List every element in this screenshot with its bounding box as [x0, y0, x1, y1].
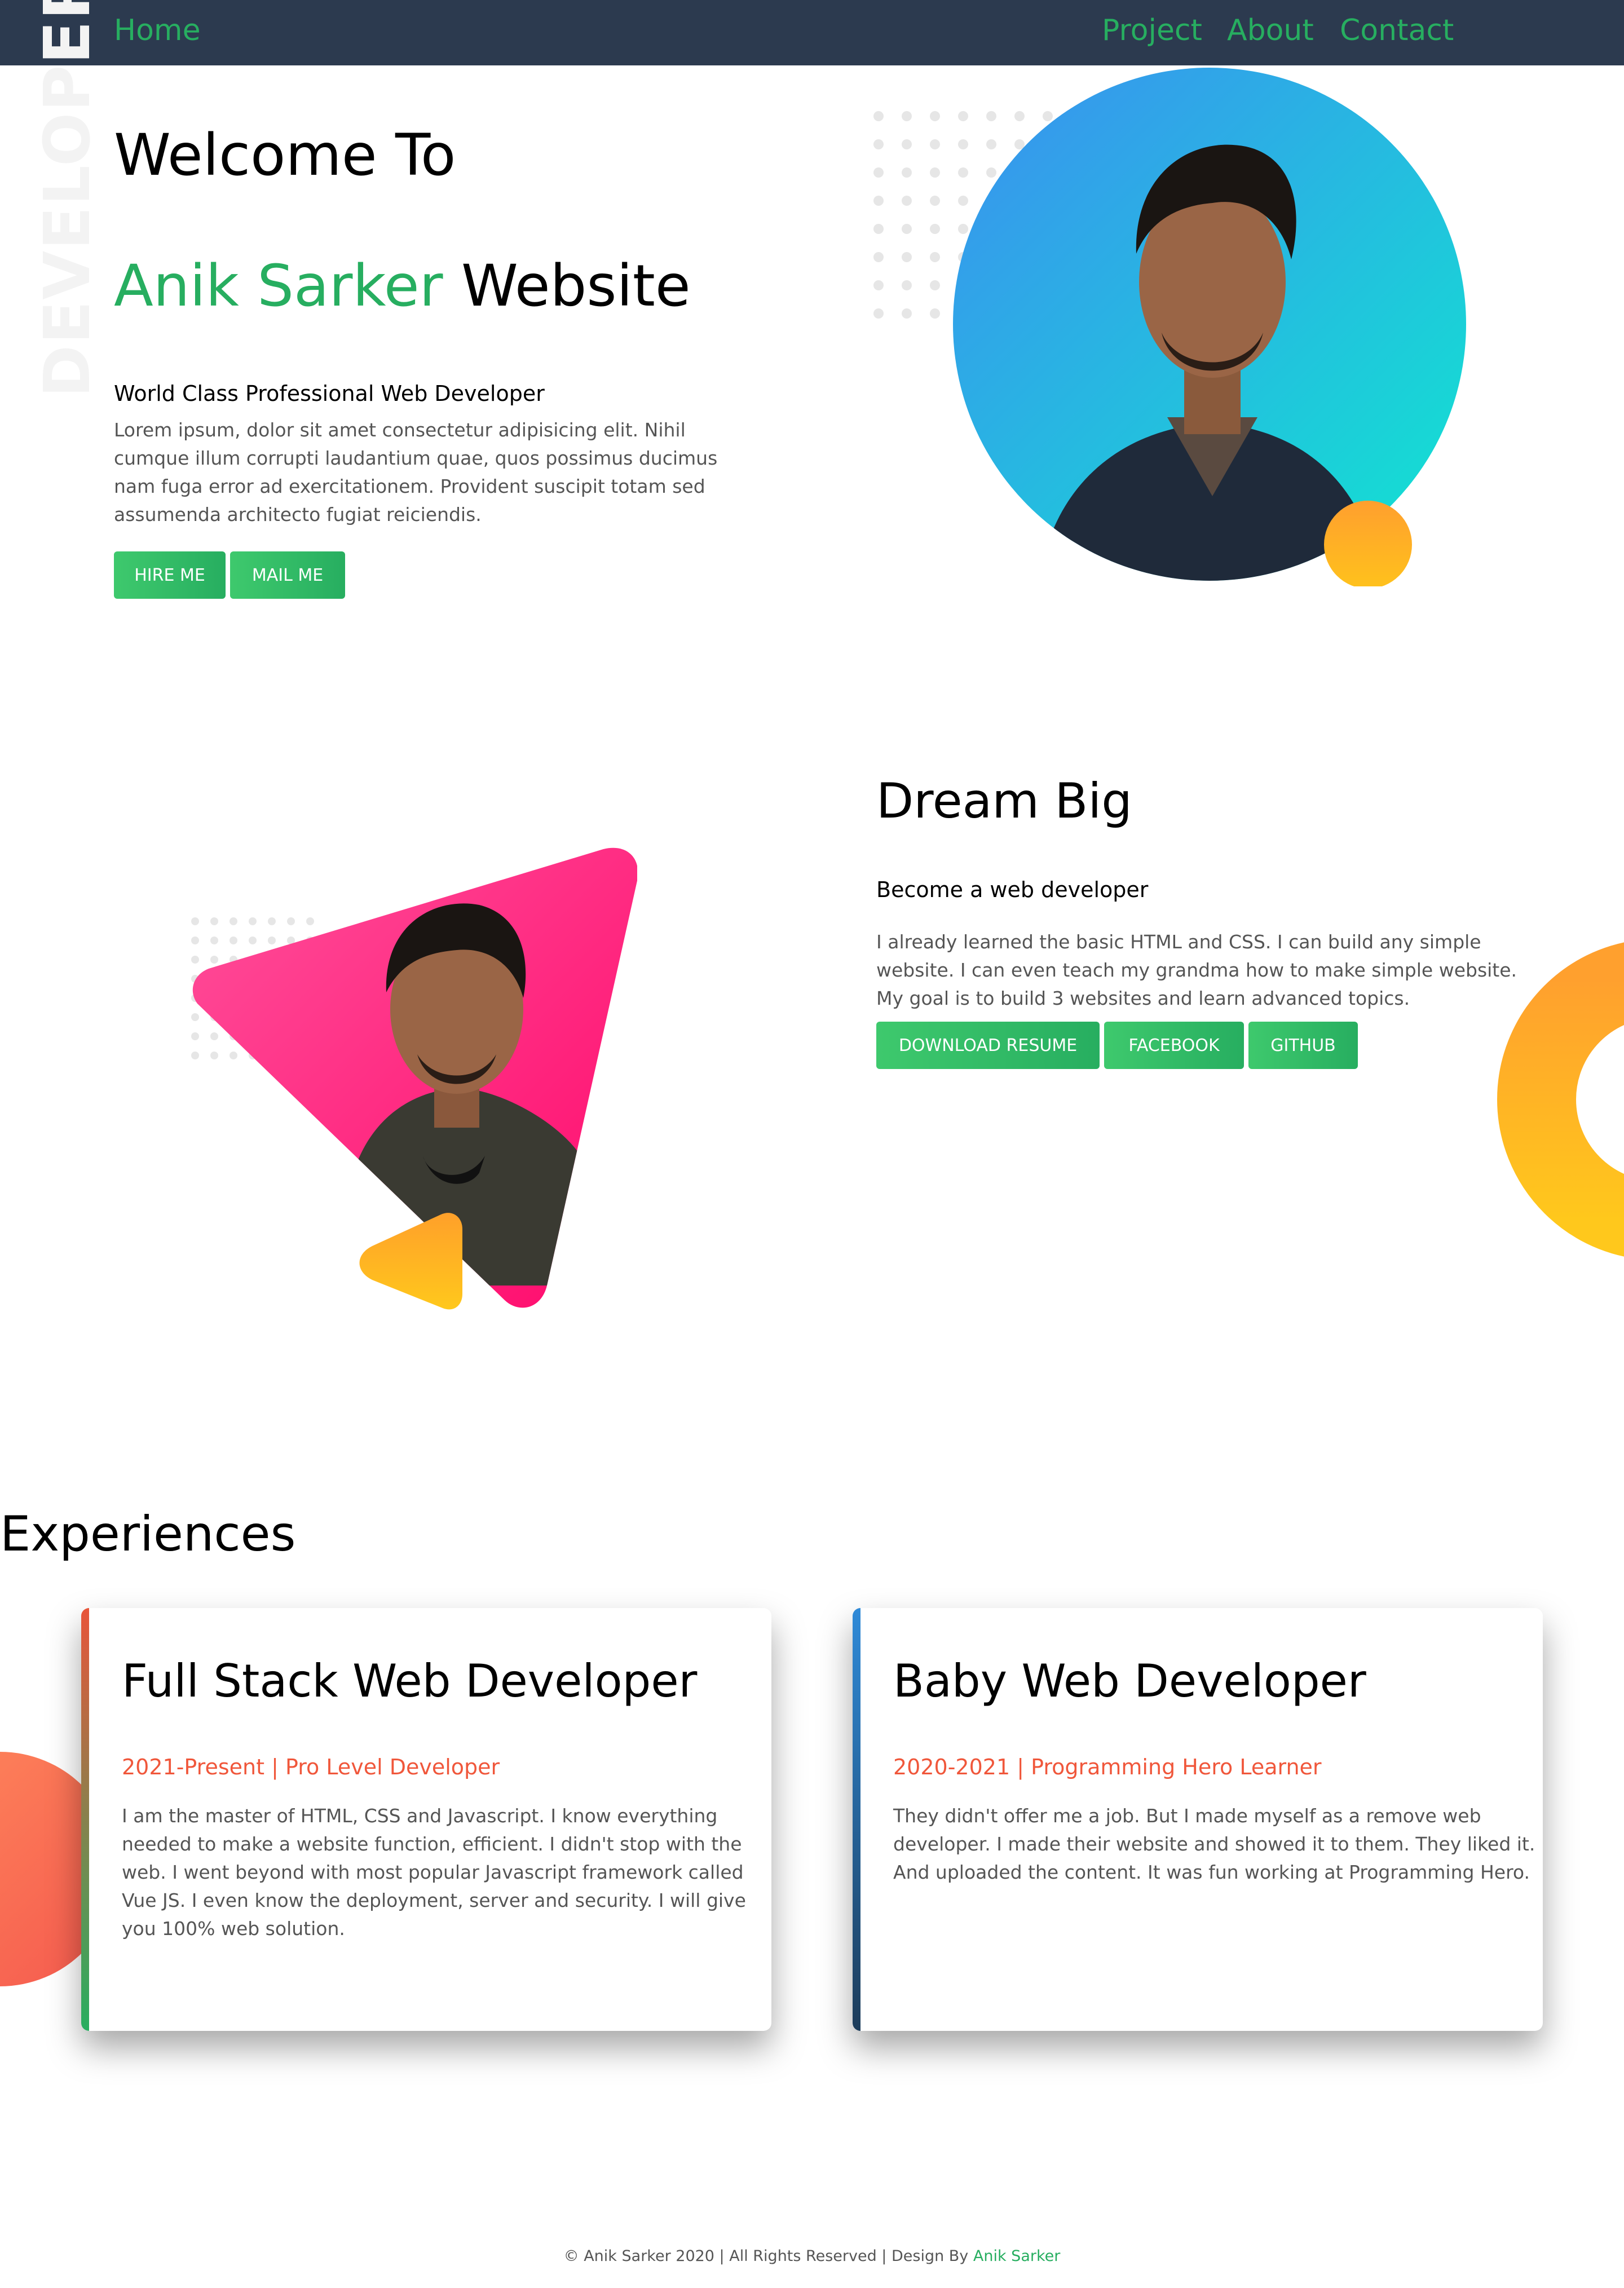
name-highlight: Anik Sarker: [114, 253, 443, 320]
name-heading: Anik Sarker Website: [114, 253, 691, 320]
card-description: They didn't offer me a job. But I made m…: [893, 1805, 1535, 1883]
card-meta: 2020-2021 | Programming Hero Learner: [893, 1755, 1322, 1779]
download-resume-button[interactable]: DOWNLOAD RESUME: [876, 1022, 1100, 1069]
github-button[interactable]: GITHUB: [1248, 1022, 1358, 1069]
card-meta: 2021-Present | Pro Level Developer: [122, 1755, 500, 1779]
website-word: Website: [461, 253, 691, 320]
experience-card-2: Baby Web Developer 2020-2021 | Programmi…: [853, 1608, 1543, 2031]
footer-author-link[interactable]: Anik Sarker: [973, 2247, 1060, 2265]
facebook-button[interactable]: FACEBOOK: [1104, 1022, 1244, 1069]
hero-description: Lorem ipsum, dolor sit amet consectetur …: [114, 419, 718, 525]
developer-vertical-text: DEVELOPER: [31, 0, 104, 397]
dream-heading: Dream Big: [876, 773, 1132, 829]
experiences-heading: Experiences: [0, 1506, 296, 1562]
welcome-heading: Welcome To: [114, 122, 456, 189]
nav-home-link[interactable]: Home: [114, 12, 201, 48]
hero-subtitle: World Class Professional Web Developer: [114, 381, 545, 406]
nav-about-link[interactable]: About: [1227, 12, 1314, 48]
card-accent-bar: [81, 1608, 89, 2031]
nav-project-link[interactable]: Project: [1102, 12, 1202, 48]
experience-card-1: Full Stack Web Developer 2021-Present | …: [81, 1608, 771, 2031]
footer-copyright: © Anik Sarker 2020 | All Rights Reserved…: [563, 2247, 969, 2265]
hire-me-button[interactable]: HIRE ME: [114, 551, 226, 599]
card-accent-bar: [853, 1608, 860, 2031]
nav-contact-link[interactable]: Contact: [1340, 12, 1454, 48]
dream-description: I already learned the basic HTML and CSS…: [876, 931, 1517, 1009]
triangle-portrait: [192, 847, 637, 1310]
card-title: Full Stack Web Developer: [122, 1655, 698, 1707]
card-title: Baby Web Developer: [893, 1655, 1366, 1707]
yellow-dot-decoration: [1324, 501, 1412, 586]
top-navbar: Home Project About Contact: [0, 0, 1624, 65]
card-description: I am the master of HTML, CSS and Javascr…: [122, 1805, 746, 1940]
dream-subtitle: Become a web developer: [876, 877, 1149, 902]
footer: © Anik Sarker 2020 | All Rights Reserved…: [0, 2247, 1624, 2265]
yellow-ring-decoration: [1497, 942, 1624, 1257]
mail-me-button[interactable]: MAIL ME: [230, 551, 345, 599]
